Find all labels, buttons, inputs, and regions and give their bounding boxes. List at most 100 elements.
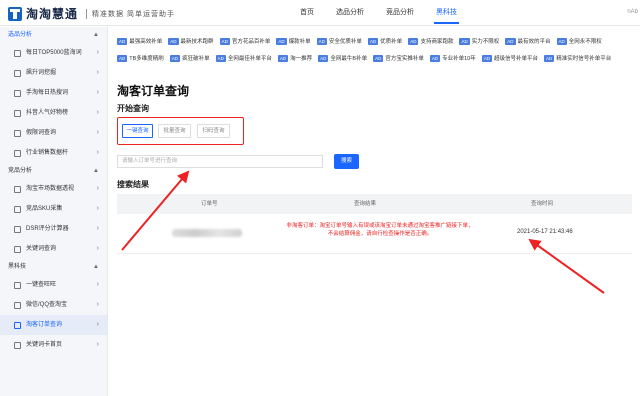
sidebar-section-competitor[interactable]: 竞品分析 ▲ <box>0 163 107 179</box>
slogan: 精准数据 简单运营助手 <box>86 8 175 19</box>
ad-badge: AD <box>429 54 441 62</box>
sidebar-item-wechat-qq[interactable]: 微信/QQ查淘宝 › <box>0 295 107 315</box>
sidebar-item-market[interactable]: 淘宝市场数据透视 › <box>0 179 107 199</box>
main-nav: 首页 选品分析 竞品分析 黑科技 <box>300 0 479 26</box>
chevron-right-icon: › <box>96 301 99 308</box>
sidebar-item-sku[interactable]: 竞品SKU采集 › <box>0 199 107 219</box>
chart-icon <box>14 49 21 57</box>
chevron-right-icon: › <box>96 49 99 56</box>
sidebar-item-order-query[interactable]: 淘客订单查询 › <box>0 315 107 335</box>
query-time: 2021-05-17 21:43:46 <box>517 229 573 235</box>
ad-badge: AD <box>277 54 289 62</box>
ad-tag[interactable]: AD 淘一推荐 <box>277 52 312 64</box>
ad-tag[interactable]: AD 最新技术跑群 <box>168 35 214 47</box>
ad-tag-label: 疯狂破补单 <box>182 56 210 62</box>
chevron-right-icon: › <box>96 321 99 328</box>
logo[interactable]: 淘淘慧通 精准数据 简单运营助手 <box>8 5 175 22</box>
ad-tag-label: 超级信号补单平台 <box>494 56 539 62</box>
section-title: 开始查询 <box>117 104 149 113</box>
nav-competitor-analysis[interactable]: 竞品分析 <box>386 0 414 26</box>
order-icon <box>14 321 21 329</box>
chevron-right-icon: › <box>96 245 99 252</box>
ad-tag[interactable]: AD 支持商家跑款 <box>408 35 453 47</box>
key-icon <box>14 341 21 349</box>
ad-tag[interactable]: AD 全网最佳补单平台 <box>215 52 272 64</box>
table-header: 订单号 查询结果 查询时间 <box>117 194 632 214</box>
logo-text: 淘淘慧通 <box>26 7 79 21</box>
chevron-right-icon: › <box>96 205 99 212</box>
chevron-right-icon: › <box>96 109 99 116</box>
ad-badge: AD <box>408 37 419 45</box>
tab-single-query[interactable]: 一键查询 <box>122 124 153 138</box>
ad-tag[interactable]: AD 官方花品百补单 <box>219 35 270 47</box>
chevron-right-icon: › <box>96 69 99 76</box>
order-search-input[interactable]: 请输入订单号进行查询 <box>117 155 323 168</box>
ad-tag[interactable]: AD 优质补单 <box>367 35 402 47</box>
nav-product-analysis[interactable]: 选品分析 <box>336 0 364 26</box>
blurred-order-id <box>172 229 242 237</box>
sidebar-item-label: 飙升词挖掘 <box>26 70 57 76</box>
logo-icon <box>8 6 22 21</box>
sidebar-item-keyword-home[interactable]: 关键词卡首页 › <box>0 335 107 355</box>
sidebar-item-surge-words[interactable]: 飙升词挖掘 › <box>0 63 107 83</box>
sidebar-item-dsr[interactable]: DSR评分计算器 › <box>0 219 107 239</box>
sidebar-item-label: 淘客订单查询 <box>26 322 63 328</box>
ad-tag[interactable]: AD 最强高效补单 <box>117 35 162 47</box>
ad-badge: AD <box>544 54 555 62</box>
sidebar-item-label: 竞品SKU采集 <box>26 206 63 212</box>
sidebar-item-label: 微信/QQ查淘宝 <box>26 302 68 308</box>
sidebar: 选品分析 ▲ 每日TOP5000蓝海词 › 飙升词挖掘 › 手淘每日热搜词 › 抖音人气… <box>0 27 108 396</box>
nav-home[interactable]: 首页 <box>300 0 314 26</box>
ad-tag[interactable]: AD 爆款补单 <box>276 35 311 47</box>
ad-tag-label: 官方宝实推补单 <box>385 56 424 62</box>
ad-tag[interactable]: AD 全网永不限权 <box>556 35 602 47</box>
ad-tag[interactable]: AD 专业补单10年 <box>429 52 476 64</box>
ad-tag[interactable]: AD 实力不限权 <box>459 35 499 47</box>
ad-badge: AD <box>117 54 128 62</box>
chevron-right-icon: › <box>96 341 99 348</box>
box-icon <box>14 205 21 213</box>
chevron-up-icon: ▲ <box>93 168 99 174</box>
ad-tag[interactable]: AD 疯狂破补单 <box>169 52 210 64</box>
sidebar-item-keyword[interactable]: 关键词查询 › <box>0 239 107 259</box>
chevron-up-icon: ▲ <box>93 32 99 38</box>
ad-tag-row: AD 最强高效补单 AD 最新技术跑群 AD 官方花品百补单 AD 爆款补单 AD 安全优质补单 A… <box>117 35 637 47</box>
sidebar-item-label: 一键查旺旺 <box>26 282 57 288</box>
section-label: 黑科技 <box>8 264 27 270</box>
ad-tag-row: AD TB多维度精刷 AD 疯狂破补单 AD 全网最佳补单平台 AD 淘一推荐 AD 全网最牛B补… <box>117 52 637 64</box>
ad-tag[interactable]: AD 精准实时信号补单平台 <box>544 52 611 64</box>
sidebar-item-wangwang[interactable]: 一键查旺旺 › <box>0 275 107 295</box>
sidebar-item-douyin[interactable]: 抖音人气好物榜 › <box>0 103 107 123</box>
ad-badge: AD <box>219 37 230 45</box>
ad-tag[interactable]: AD 全网最牛B补单 <box>318 52 367 64</box>
sidebar-item-industry-sales[interactable]: 行业销售数据杆 › <box>0 143 107 163</box>
chevron-right-icon: › <box>96 129 99 136</box>
ad-tag[interactable]: AD 超级信号补单平台 <box>481 52 539 64</box>
search-button[interactable]: 搜索 <box>334 154 359 169</box>
ad-badge: AD <box>373 54 384 62</box>
sidebar-item-top5000[interactable]: 每日TOP5000蓝海词 › <box>0 43 107 63</box>
sidebar-item-hot-search[interactable]: 手淘每日热搜词 › <box>0 83 107 103</box>
sidebar-item-label: 每日TOP5000蓝海词 <box>26 50 82 56</box>
sidebar-item-label: 关键词卡首页 <box>26 342 63 348</box>
ad-tag-label: 全网最佳补单平台 <box>227 56 272 62</box>
globe-icon <box>14 185 21 193</box>
tab-batch-query[interactable]: 批量查询 <box>158 124 191 138</box>
ad-tag[interactable]: AD TB多维度精刷 <box>117 52 164 64</box>
ad-tag[interactable]: AD 官方宝实推补单 <box>373 52 424 64</box>
sidebar-item-limit-words[interactable]: 假限词查询 › <box>0 123 107 143</box>
trend-icon <box>14 69 21 77</box>
tab-scan-query[interactable]: 扫码查询 <box>197 124 230 138</box>
nav-black-tech[interactable]: 黑科技 <box>434 0 459 26</box>
ad-badge: AD <box>481 54 493 62</box>
fire-icon <box>14 89 21 97</box>
ad-tag[interactable]: AD 最有效的平台 <box>505 35 551 47</box>
ad-tag-label: 最强高效补单 <box>129 39 163 45</box>
results-title: 搜索结果 <box>117 180 149 189</box>
ad-tag[interactable]: AD 安全优质补单 <box>316 35 362 47</box>
douyin-icon <box>14 109 21 117</box>
section-label: 选品分析 <box>8 32 33 38</box>
sidebar-section-blacktech[interactable]: 黑科技 ▲ <box>0 259 107 275</box>
sidebar-section-product[interactable]: 选品分析 ▲ <box>0 27 107 43</box>
user-name[interactable]: nAb <box>627 9 638 15</box>
